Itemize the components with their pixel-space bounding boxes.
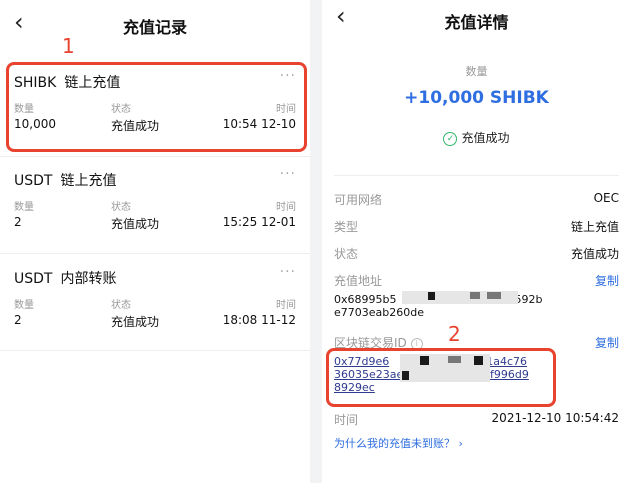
page-title: 充值记录 [122, 18, 187, 37]
more-dots-icon[interactable]: ··· [280, 264, 296, 280]
txid-start: 0x77d9e6 [334, 355, 390, 368]
amount-label: 数量 [465, 65, 488, 78]
redaction-block [474, 356, 483, 365]
time-label: 时间 [276, 300, 296, 311]
status-line: ✓ 充值成功 [322, 129, 631, 146]
record-currency: SHIBK [14, 75, 57, 91]
redaction-block [470, 292, 480, 299]
record-item[interactable]: SHIBK 链上充值 ··· 数量 状态 时间 10,000 充值成功 10:54… [0, 62, 310, 158]
txid-line3: 8929ec [334, 381, 375, 394]
network-value: OEC [593, 191, 619, 205]
redaction-block [487, 292, 501, 299]
record-currency: USDT [14, 173, 53, 189]
time-label: 时间 [276, 202, 296, 213]
panel-gutter [310, 0, 322, 483]
status-value: 充值成功 [111, 217, 160, 231]
divider [334, 175, 619, 176]
status-value: 充值成功 [111, 119, 160, 133]
record-type: 链上充值 [60, 173, 117, 189]
txid-line2-end: af996d9 [483, 368, 529, 381]
record-type: 链上充值 [64, 75, 121, 91]
record-currency: USDT [14, 271, 53, 287]
annotation-number: 1 [62, 34, 75, 58]
amount-value: +10,000 SHIBK [404, 88, 549, 108]
info-icon[interactable]: i [410, 337, 423, 350]
status-label: 状态 [111, 104, 131, 115]
nav-bar: ‹ 充值详情 [322, 0, 631, 40]
more-dots-icon[interactable]: ··· [280, 68, 296, 84]
copy-txid-button[interactable]: 复制 [595, 334, 619, 351]
redaction-block [448, 356, 461, 363]
redaction-block [402, 371, 409, 380]
address-label: 充值地址 [334, 274, 383, 288]
nav-bar: ‹ 充值记录 [0, 0, 310, 46]
status-value: 充值成功 [570, 247, 619, 261]
qty-value: 2 [14, 215, 22, 229]
type-value: 链上充值 [570, 220, 619, 234]
page-title: 充值详情 [444, 13, 509, 32]
status-text: 充值成功 [461, 131, 510, 145]
status-label: 状态 [111, 300, 131, 311]
status-value: 充值成功 [111, 315, 160, 329]
address-end: 592b [514, 293, 543, 306]
qty-value: 10,000 [14, 117, 56, 131]
divider [0, 350, 310, 351]
txid-label: 区块链交易ID [334, 336, 407, 350]
type-label: 类型 [334, 220, 359, 234]
redaction-block [428, 292, 435, 300]
address-start: 0x68995b5 [334, 293, 397, 306]
recharge-detail-panel: ‹ 充值详情 数量 +10,000 SHIBK ✓ 充值成功 可用网络 OEC 类… [322, 0, 631, 483]
qty-label: 数量 [14, 202, 34, 213]
txid-line2-start: 36035e23ae [334, 368, 404, 381]
more-dots-icon[interactable]: ··· [280, 166, 296, 182]
redaction-block [420, 356, 429, 365]
qty-label: 数量 [14, 300, 34, 311]
time-value: 10:54 12-10 [222, 117, 296, 131]
divider [0, 156, 310, 157]
time-value: 15:25 12-01 [222, 215, 296, 229]
annotation-number: 2 [448, 322, 461, 346]
address-line2: e7703eab260de [334, 306, 424, 319]
qty-value: 2 [14, 313, 22, 327]
network-label: 可用网络 [334, 193, 383, 207]
help-link[interactable]: 为什么我的充值未到账？ › [334, 435, 463, 451]
time-label: 时间 [334, 413, 359, 427]
divider [0, 253, 310, 254]
record-type: 内部转账 [60, 271, 117, 287]
copy-address-button[interactable]: 复制 [595, 272, 619, 289]
time-value: 18:08 11-12 [222, 313, 296, 327]
record-item[interactable]: USDT 内部转账 ··· 数量 状态 时间 2 充值成功 18:08 11-12 [0, 258, 310, 354]
time-label: 时间 [276, 104, 296, 115]
record-item[interactable]: USDT 链上充值 ··· 数量 状态 时间 2 充值成功 15:25 12-01 [0, 160, 310, 256]
time-value: 2021-12-10 10:54:42 [491, 411, 619, 425]
recharge-records-panel: ‹ 充值记录 1 SHIBK 链上充值 ··· 数量 状态 时间 10,000 充… [0, 0, 310, 483]
check-circle-icon: ✓ [443, 131, 458, 146]
status-label: 状态 [111, 202, 131, 213]
status-label: 状态 [334, 247, 359, 261]
qty-label: 数量 [14, 104, 34, 115]
